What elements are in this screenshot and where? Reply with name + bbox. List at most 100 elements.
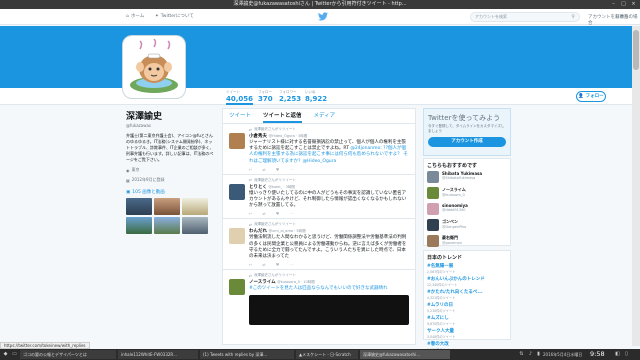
suggested-account[interactable]: sinonomiya @dddd91300 [427,203,507,219]
tweet-hashtag[interactable]: #このツイートを見た人は匹品ならなんでもいいので好きな武器晴れ [249,286,387,291]
suggested-avatar[interactable] [427,235,439,247]
like-icon[interactable]: ♥ [276,262,280,267]
trend-item[interactable]: #かたれ/たれ向くたるべ... 4,321件のツイート [427,289,507,300]
photo-thumbnail[interactable] [182,198,208,215]
timeline-tabs: ツイート ツイートと返信 メディア [223,109,415,124]
photo-thumbnail[interactable] [126,217,152,234]
search-icon[interactable]: ⚲ [571,13,575,21]
more-icon[interactable]: ⋯ [289,167,293,172]
suggested-account[interactable]: 豪右衛門 @gouemon [427,235,507,251]
suggested-avatar[interactable] [427,203,439,215]
tab-tweets-replies[interactable]: ツイートと返信 [263,109,302,123]
tab-tweets[interactable]: ツイート [229,109,251,123]
follow-button[interactable]: 👤 フォロー [576,91,606,102]
suggested-account[interactable]: ゴンペン @GonpenPiko [427,219,507,235]
tweet-avatar[interactable] [229,279,245,296]
photo-thumbnail[interactable] [182,217,208,234]
stat-tweets[interactable]: ツイート 40,056 [226,90,254,105]
suggested-avatar[interactable] [427,219,439,231]
search-input[interactable]: アカウントを検索 ⚲ [470,12,580,22]
tweet-text: ジャーナリスト様に対する名誉毀損訴訟の禁止って、個人が個人の権利を主張するために… [249,140,409,165]
tweet-avatar[interactable] [229,183,245,200]
twitter-logo-icon[interactable] [318,12,328,22]
profile-handle[interactable]: @fukazawas [126,123,214,128]
tweet-author-name[interactable]: とりとく [249,185,267,190]
language-selector[interactable]: 日本語 [615,14,629,20]
nav-home[interactable]: ⌂ ホーム [126,13,144,20]
nav-about[interactable]: ✦ Twitterについて [155,13,194,20]
tweet-author-name[interactable]: 小倉秀夫 [249,134,267,139]
taskbar-window-active[interactable]: 深澤諭史@fukazawasatoshi... [360,350,450,359]
tweet-author-handle[interactable]: @tokei_ · 3時間 [268,185,294,189]
stat-likes[interactable]: いいね 8,922 [305,90,327,103]
suggested-avatar[interactable] [427,187,439,199]
create-account-button[interactable]: アカウント作成 [428,137,506,147]
close-button[interactable]: × [630,1,637,8]
notification-icon[interactable]: ◧ [614,351,621,358]
tweet-item[interactable]: ⇄ 深澤諭史さんがリツイート 小倉秀夫 @Hideo_Ogura · 3時間 ジ… [223,124,415,175]
photo-thumbnail[interactable] [126,198,152,215]
tweet-item[interactable]: ⇄ 深澤諭史さんがリツイート ノースライム @kurosora_0 · 10時間… [223,270,415,327]
tweet-author-name[interactable]: わんだれ [249,229,267,234]
trend-item[interactable]: #名無陽一展 2,567件のツイート [427,263,507,274]
network-icon[interactable]: ⇅ [518,351,525,358]
trend-item[interactable]: #ムズにし 9,870件のツイート [427,315,507,326]
tweet-avatar[interactable] [229,228,245,245]
suggested-account[interactable]: Shibata Yukimasa @ShibataYukimasa [427,171,507,187]
taskbar-window[interactable]: ▲メスケシート - 日-Scratch [296,350,358,359]
more-icon[interactable]: ⋯ [289,211,293,216]
start-menu-icon[interactable]: ◆ [2,351,9,358]
retweet-action-icon[interactable]: ⇄ [262,262,265,267]
terminal-icon[interactable]: ▭ [11,351,18,358]
tweet-author-handle[interactable]: @Hideo_Ogura · 3時間 [269,134,308,138]
profile-name[interactable]: 深澤諭史 [126,112,214,123]
suggested-account[interactable]: ノースライム @kurosora_0 [427,187,507,203]
taskbar-window[interactable]: inhale112WhitE-FW0332R... [118,350,198,359]
more-icon[interactable]: ⋯ [289,262,293,267]
photos-link[interactable]: ▣ 105 画像と動画 [126,189,214,196]
reply-icon[interactable]: ↩ [249,262,252,267]
retweet-action-icon[interactable]: ⇄ [262,167,265,172]
photo-thumbnail[interactable] [154,198,180,215]
retweet-icon: ⇄ [249,273,252,278]
trend-item[interactable]: #ムラリの日 5,210件のツイート [427,302,507,313]
tweet-media[interactable] [249,295,409,326]
page-scrollbar[interactable] [632,26,640,346]
tweet-item[interactable]: ⇄ 深澤諭史さんがリツイート とりとく @tokei_ · 3時間 憶いっきり使… [223,175,415,220]
tweet-author-handle[interactable]: @kurosora_0 · 10時間 [277,280,314,284]
tweet-item[interactable]: ⇄ 深澤諭史さんがリツイート わんだれ @umi_ai_ama · 5時間 労働… [223,219,415,271]
like-icon[interactable]: ♥ [276,211,280,216]
show-desktop-icon[interactable]: ▯ [623,351,630,358]
trend-item[interactable]: #おんいんぶかんのトレンド 12,340件のツイート [427,276,507,287]
trend-item[interactable]: サーク人大量 3,040件のツイート [427,328,507,339]
tweet-author-handle[interactable]: @umi_ai_ama · 5時間 [269,229,306,233]
tweet-author-name[interactable]: ノースライム [249,280,276,285]
trend-count: 5,210件のツイート [427,309,456,313]
tweet-body: 憶いっきり使いたしてるのに中の人がどうもその事実を認識していない匿名アカウントが… [249,190,407,209]
like-icon[interactable]: ♥ [276,167,280,172]
tweet-text: #このツイートを見た人は匹品ならなんでもいいので好きな武器晴れ [249,286,409,292]
retweet-action-icon[interactable]: ⇄ [262,211,265,216]
suggested-avatar[interactable] [427,171,439,183]
profile-avatar[interactable] [123,36,185,98]
stat-following[interactable]: フォロー 370 [258,90,273,103]
scrollbar-thumb[interactable] [633,30,639,70]
tweet-avatar[interactable] [229,133,245,149]
retweet-notice-text: 深澤諭史さんがリツイート [253,222,296,227]
photos-label: 105 画像と動画 [132,190,165,195]
photo-thumbnail[interactable] [154,217,180,234]
minimize-button[interactable]: – [610,1,617,8]
reply-icon[interactable]: ↩ [249,211,252,216]
maximize-button[interactable]: □ [620,1,627,8]
volume-icon[interactable]: ♪ [527,351,534,358]
taskbar-window[interactable]: (1) Tweets with replies by 深澤... [200,350,294,359]
tab-media[interactable]: メディア [314,109,336,123]
signin-link[interactable]: アカウントをお持ちの場合 [588,14,640,26]
reply-icon[interactable]: ↩ [249,167,252,172]
trend-count: 12,340件のツイート [427,283,458,287]
battery-icon[interactable]: ▮ [535,351,542,358]
taskbar-clock[interactable]: 9:58 [590,349,605,360]
retweet-notice: ⇄ 深澤諭史さんがリツイート [249,273,409,278]
stat-followers[interactable]: フォロワー 2,253 [279,90,301,103]
taskbar-window[interactable]: ゴコの要の公報とデザイパーツとは [20,350,116,359]
